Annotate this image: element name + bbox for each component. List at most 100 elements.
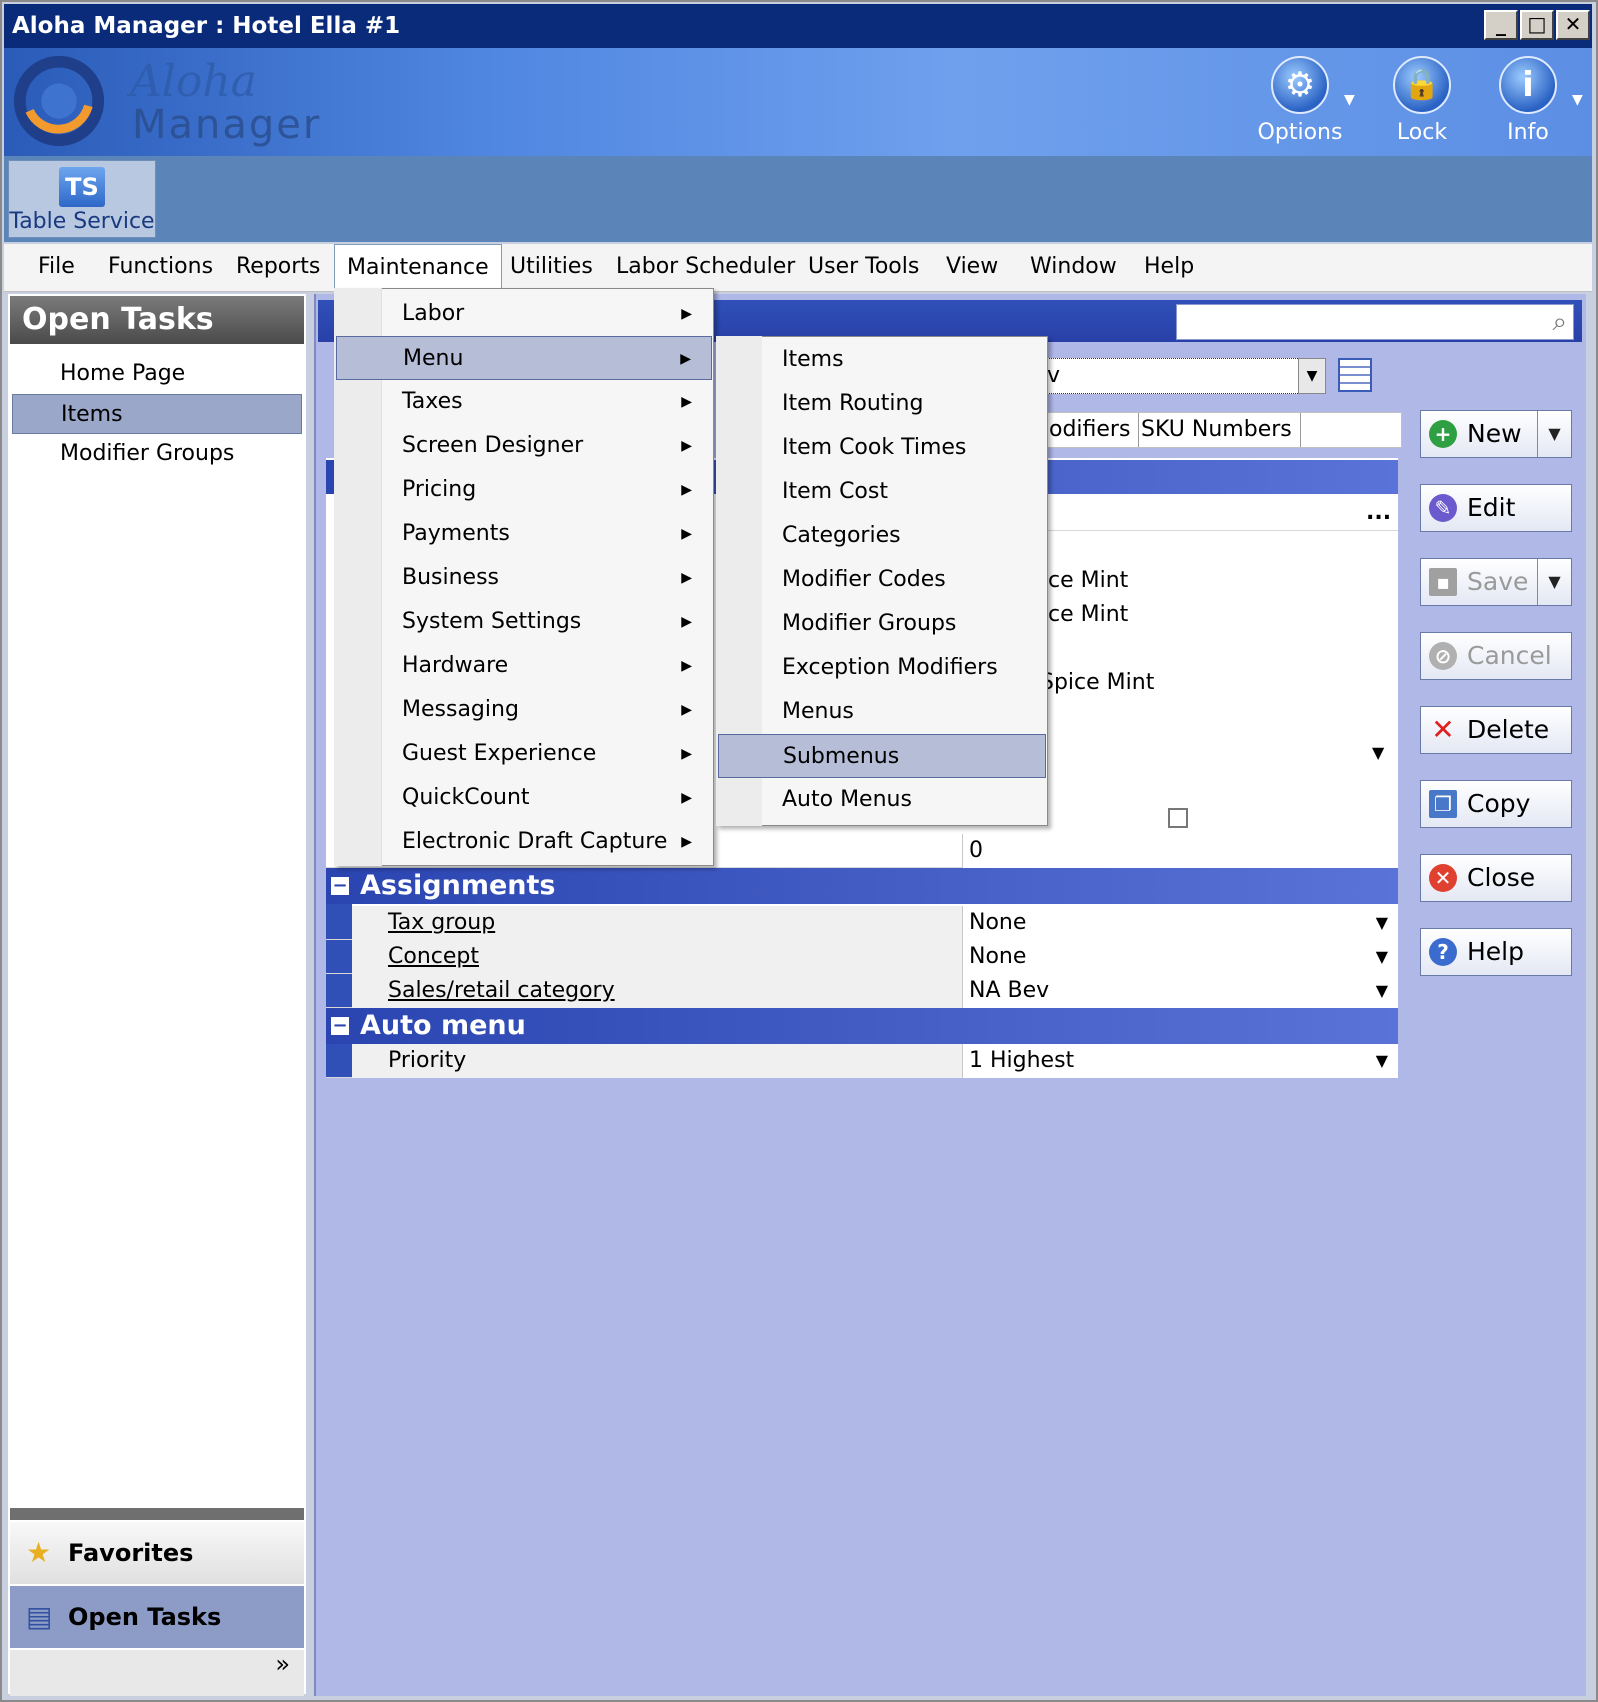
edit-button[interactable]: ✎ Edit <box>1420 484 1572 532</box>
grid-view-icon[interactable] <box>1338 358 1372 392</box>
menu-window[interactable]: Window <box>1018 244 1129 290</box>
close-button[interactable]: ✕ Close <box>1420 854 1572 902</box>
submenu-item-categories[interactable]: Categories <box>718 514 1046 558</box>
chevron-down-icon[interactable]: ▼ <box>1376 940 1388 974</box>
menu-item-quickcount[interactable]: QuickCount ▶ <box>336 776 712 820</box>
menu-view[interactable]: View <box>934 244 1010 290</box>
submenu-item-menus[interactable]: Menus <box>718 690 1046 734</box>
sales-category-value[interactable]: NA Bev <box>962 974 1398 1008</box>
close-window-button[interactable]: ✕ <box>1556 10 1590 40</box>
table-row[interactable]: Tax group None ▼ <box>326 906 1398 940</box>
menu-item-guest-experience[interactable]: Guest Experience ▶ <box>336 732 712 776</box>
search-icon[interactable]: ⌕ <box>1552 307 1567 338</box>
chevron-down-icon[interactable]: ▼ <box>1372 736 1384 770</box>
menu-item-payments[interactable]: Payments ▶ <box>336 512 712 556</box>
tab-sku-numbers[interactable]: SKU Numbers <box>1133 413 1301 447</box>
new-button[interactable]: + New ▼ <box>1420 410 1572 458</box>
menu-help[interactable]: Help <box>1132 244 1206 290</box>
minimize-button[interactable]: _ <box>1484 10 1518 40</box>
menu-file[interactable]: File <box>26 244 87 290</box>
info-dropdown-icon[interactable]: ▼ <box>1572 92 1583 108</box>
collapse-icon[interactable]: − <box>330 876 350 896</box>
submenu-item-item-routing[interactable]: Item Routing <box>718 382 1046 426</box>
partial-value-3: Spice Mint <box>1040 670 1155 695</box>
assignments-section[interactable]: − Assignments <box>326 868 1398 904</box>
menu-item-electronic-draft-capture[interactable]: Electronic Draft Capture ▶ <box>336 820 712 864</box>
submenu-item-exception-modifiers[interactable]: Exception Modifiers <box>718 646 1046 690</box>
menu-item-labor[interactable]: Labor ▶ <box>336 292 712 336</box>
menu-item-screen-designer[interactable]: Screen Designer ▶ <box>336 424 712 468</box>
new-dropdown-icon[interactable]: ▼ <box>1537 411 1571 457</box>
help-button[interactable]: ? Help <box>1420 928 1572 976</box>
chevron-down-icon[interactable]: ▼ <box>1376 974 1388 1008</box>
zero-value[interactable]: 0 <box>962 834 1398 868</box>
checkbox[interactable] <box>1168 808 1188 828</box>
submenu-item-item-cook-times[interactable]: Item Cook Times <box>718 426 1046 470</box>
task-modifier-groups[interactable]: Modifier Groups <box>12 434 302 474</box>
concept-value[interactable]: None <box>962 940 1398 974</box>
table-service-module[interactable]: TS Table Service <box>8 160 156 238</box>
submenu-item-submenus[interactable]: Submenus <box>718 734 1046 778</box>
search-input[interactable]: ⌕ <box>1176 304 1574 340</box>
chevron-down-icon[interactable]: ▼ <box>1298 358 1326 394</box>
maximize-button[interactable]: □ <box>1520 10 1554 40</box>
tab-modifiers[interactable]: odifiers <box>1041 413 1140 447</box>
help-icon: ? <box>1429 938 1457 966</box>
save-button[interactable]: ▪ Save ▼ <box>1420 558 1572 606</box>
menu-maintenance[interactable]: Maintenance <box>334 244 502 292</box>
submenu-item-modifier-groups[interactable]: Modifier Groups <box>718 602 1046 646</box>
menu-user-tools[interactable]: User Tools <box>796 244 931 290</box>
menu-item-system-settings[interactable]: System Settings ▶ <box>336 600 712 644</box>
open-tasks-nav[interactable]: ▤ Open Tasks <box>10 1586 304 1648</box>
delete-button[interactable]: ✕ Delete <box>1420 706 1572 754</box>
priority-value[interactable]: 1 Highest <box>962 1044 1398 1078</box>
task-items[interactable]: Items <box>12 394 302 434</box>
collapse-icon[interactable]: − <box>330 1016 350 1036</box>
table-row[interactable]: Concept None ▼ <box>326 940 1398 974</box>
floppy-icon: ▪ <box>1429 568 1457 596</box>
menu-item-hardware[interactable]: Hardware ▶ <box>336 644 712 688</box>
more-nav-chevron-icon[interactable]: » <box>10 1650 304 1696</box>
filter-combo[interactable]: v <box>1040 358 1326 394</box>
chevron-right-icon: ▶ <box>681 834 692 850</box>
panel-splitter[interactable] <box>10 1508 304 1520</box>
submenu-item-auto-menus[interactable]: Auto Menus <box>718 778 1046 822</box>
menu-reports[interactable]: Reports <box>224 244 332 290</box>
delete-label: Delete <box>1467 715 1550 744</box>
submenu-item-item-cost[interactable]: Item Cost <box>718 470 1046 514</box>
menu-utilities[interactable]: Utilities <box>498 244 605 290</box>
menu-item-pricing[interactable]: Pricing ▶ <box>336 468 712 512</box>
lock-button[interactable]: 🔒 Lock <box>1374 52 1470 152</box>
menu-item-taxes[interactable]: Taxes ▶ <box>336 380 712 424</box>
info-button[interactable]: i Info <box>1480 52 1576 152</box>
auto-menu-section[interactable]: − Auto menu <box>326 1008 1398 1044</box>
tab-strip: odifiers SKU Numbers <box>1040 412 1402 448</box>
chevron-down-icon[interactable]: ▼ <box>1376 906 1388 940</box>
menu-item-label: System Settings <box>402 609 582 634</box>
logo-word-text: Manager <box>132 102 322 148</box>
task-home-page[interactable]: Home Page <box>12 354 302 394</box>
submenu-item-items[interactable]: Items <box>718 338 1046 382</box>
chevron-right-icon: ▶ <box>681 438 692 454</box>
chevron-down-icon[interactable]: ▼ <box>1376 1044 1388 1078</box>
options-dropdown-icon[interactable]: ▼ <box>1344 92 1355 108</box>
ellipsis-button[interactable]: ... <box>1366 496 1391 530</box>
menu-item-messaging[interactable]: Messaging ▶ <box>336 688 712 732</box>
copy-button[interactable]: ❐ Copy <box>1420 780 1572 828</box>
submenu-item-modifier-codes[interactable]: Modifier Codes <box>718 558 1046 602</box>
options-button[interactable]: ⚙ Options <box>1252 52 1348 152</box>
table-row[interactable]: Sales/retail category NA Bev ▼ <box>326 974 1398 1008</box>
menu-item-label: Business <box>402 565 500 590</box>
favorites-nav[interactable]: ★ Favorites <box>10 1522 304 1584</box>
chevron-right-icon: ▶ <box>681 570 692 586</box>
cancel-button[interactable]: ⊘ Cancel <box>1420 632 1572 680</box>
star-icon: ★ <box>26 1536 52 1569</box>
save-dropdown-icon[interactable]: ▼ <box>1537 559 1571 605</box>
options-label: Options <box>1257 120 1343 145</box>
menu-item-menu[interactable]: Menu ▶ <box>336 336 712 380</box>
menu-item-business[interactable]: Business ▶ <box>336 556 712 600</box>
menu-labor-scheduler[interactable]: Labor Scheduler <box>604 244 807 290</box>
tax-group-value[interactable]: None <box>962 906 1398 940</box>
table-row[interactable]: Priority 1 Highest ▼ <box>326 1044 1398 1078</box>
menu-functions[interactable]: Functions <box>96 244 225 290</box>
